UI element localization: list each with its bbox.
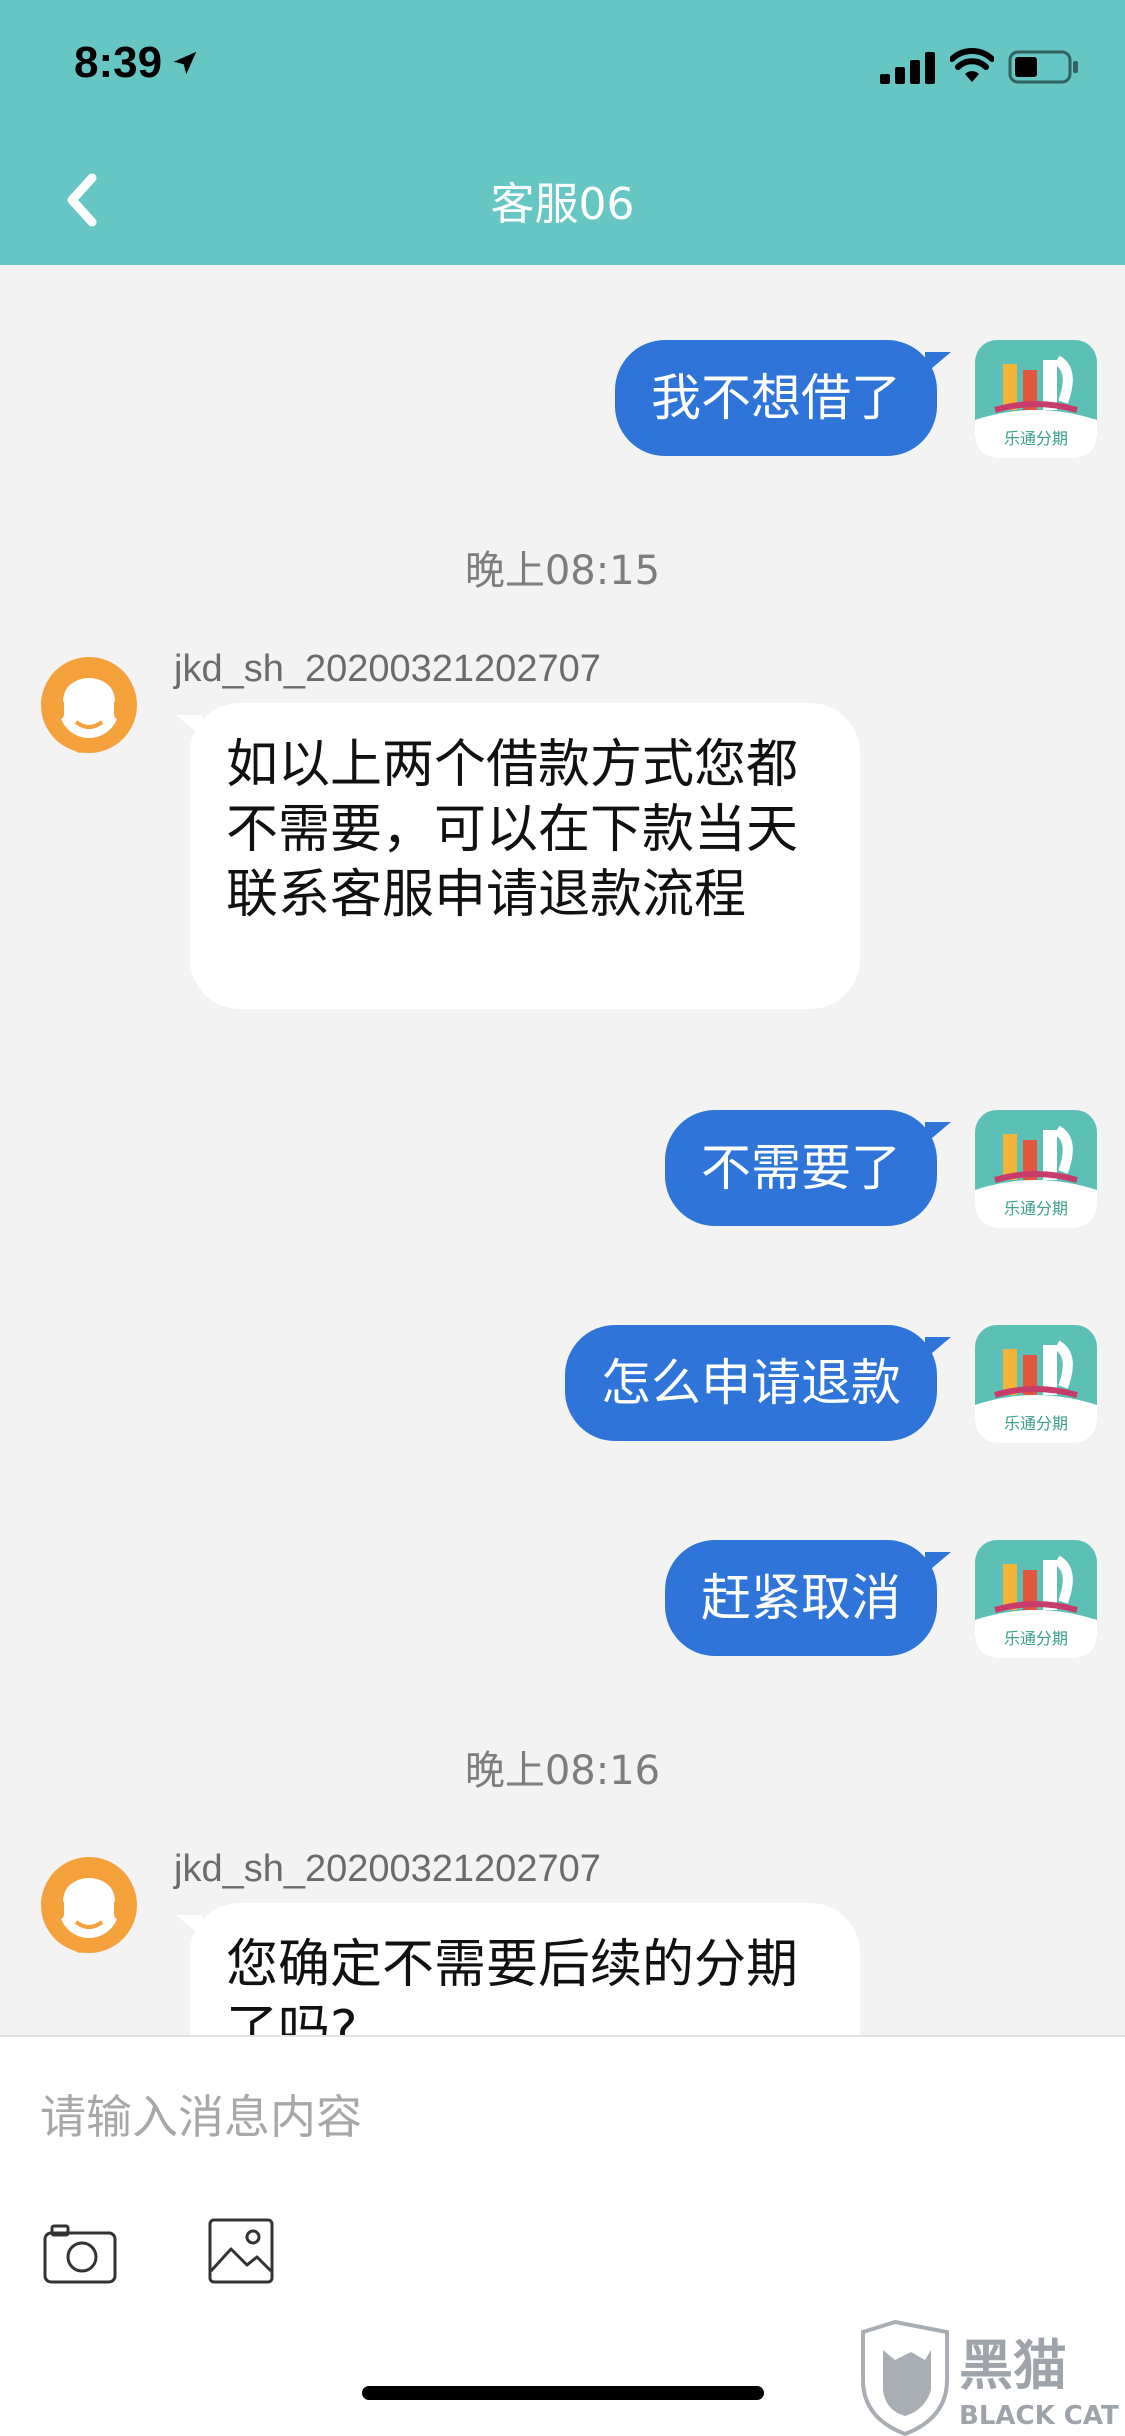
user-avatar-app-icon: 乐通分期: [975, 340, 1097, 458]
user-avatar-app-icon: 乐通分期: [975, 1540, 1097, 1658]
timestamp: 晚上08:15: [464, 548, 661, 594]
app-icon-label: 乐通分期: [1004, 1414, 1068, 1433]
incoming-bubble[interactable]: 您确定不需要后续的分期了吗?: [176, 1903, 860, 2035]
watermark: 黑猫 BLACK CAT: [855, 2319, 1125, 2436]
watermark-en: BLACK CAT: [959, 2401, 1119, 2431]
outgoing-bubble[interactable]: 不需要了: [665, 1110, 951, 1226]
chat-list[interactable]: 我不想借了 乐通分期 晚上08:15 jkd_sh_20200321202707…: [0, 265, 1125, 2035]
chat-title: 客服06: [490, 179, 635, 230]
incoming-bubble[interactable]: 如以上两个借款方式您都不需要，可以在下款当天联系客服申请退款流程: [176, 703, 860, 1009]
message-row-outgoing: 赶紧取消: [665, 1540, 951, 1656]
agent-avatar-icon: [41, 657, 137, 753]
app-icon-label: 乐通分期: [1004, 429, 1068, 448]
outgoing-bubble[interactable]: 怎么申请退款: [565, 1325, 951, 1441]
message-row-outgoing: 怎么申请退款: [565, 1325, 951, 1441]
image-icon[interactable]: [207, 2217, 275, 2285]
app-icon-label: 乐通分期: [1004, 1199, 1068, 1218]
status-bar: 8:39: [0, 0, 1125, 140]
user-avatar-app-icon: 乐通分期: [975, 1110, 1097, 1228]
message-row-outgoing: 我不想借了: [615, 340, 951, 456]
location-arrow-icon: [173, 51, 197, 75]
app-icon-label: 乐通分期: [1004, 1629, 1068, 1648]
clock-text: 8:39: [74, 38, 163, 87]
agent-avatar-icon: [41, 1857, 137, 1953]
message-input[interactable]: [40, 2077, 1080, 2157]
message-row-outgoing: 不需要了: [665, 1110, 951, 1226]
cellular-signal-icon: [880, 52, 935, 84]
battery-icon: [1008, 50, 1078, 84]
watermark-cn: 黑猫: [959, 2334, 1067, 2397]
user-avatar-app-icon: 乐通分期: [975, 1325, 1097, 1443]
wifi-icon: [950, 48, 994, 82]
agent-username: jkd_sh_20200321202707: [174, 648, 601, 690]
outgoing-bubble[interactable]: 我不想借了: [615, 340, 951, 456]
outgoing-bubble[interactable]: 赶紧取消: [665, 1540, 951, 1656]
timestamp: 晚上08:16: [464, 1748, 661, 1794]
agent-username: jkd_sh_20200321202707: [174, 1848, 601, 1890]
camera-icon[interactable]: [42, 2223, 118, 2285]
header: 8:39 客服06: [0, 0, 1125, 265]
status-time: 8:39: [74, 38, 200, 88]
home-indicator[interactable]: [362, 2386, 764, 2400]
